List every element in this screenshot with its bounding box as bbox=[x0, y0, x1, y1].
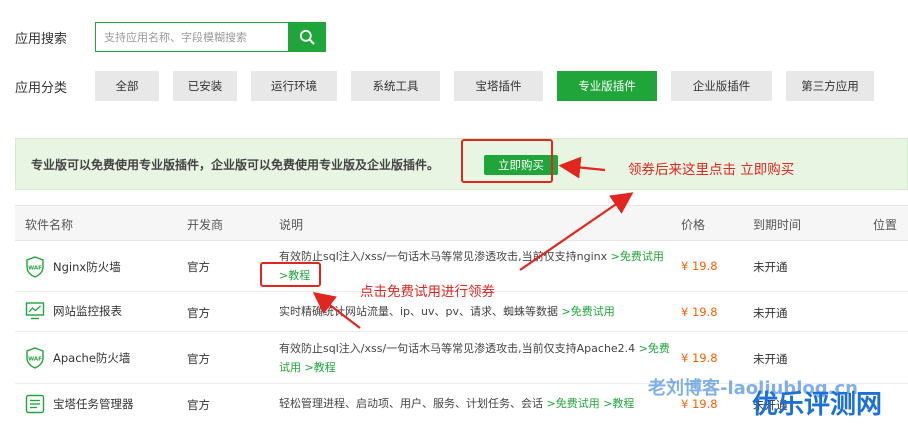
buy-hint-annotation: 领券后来这里点击 立即购买 bbox=[628, 162, 795, 178]
trial-hint-annotation: 点击免费试用进行领券 bbox=[360, 284, 495, 300]
arrow-to-trial-link bbox=[312, 292, 361, 329]
site-watermark: 优乐评测网 bbox=[752, 390, 883, 420]
arrow-to-buy-button bbox=[558, 156, 606, 179]
annotation-arrows bbox=[312, 156, 634, 329]
arrow-to-buy-from-trial bbox=[519, 192, 634, 271]
